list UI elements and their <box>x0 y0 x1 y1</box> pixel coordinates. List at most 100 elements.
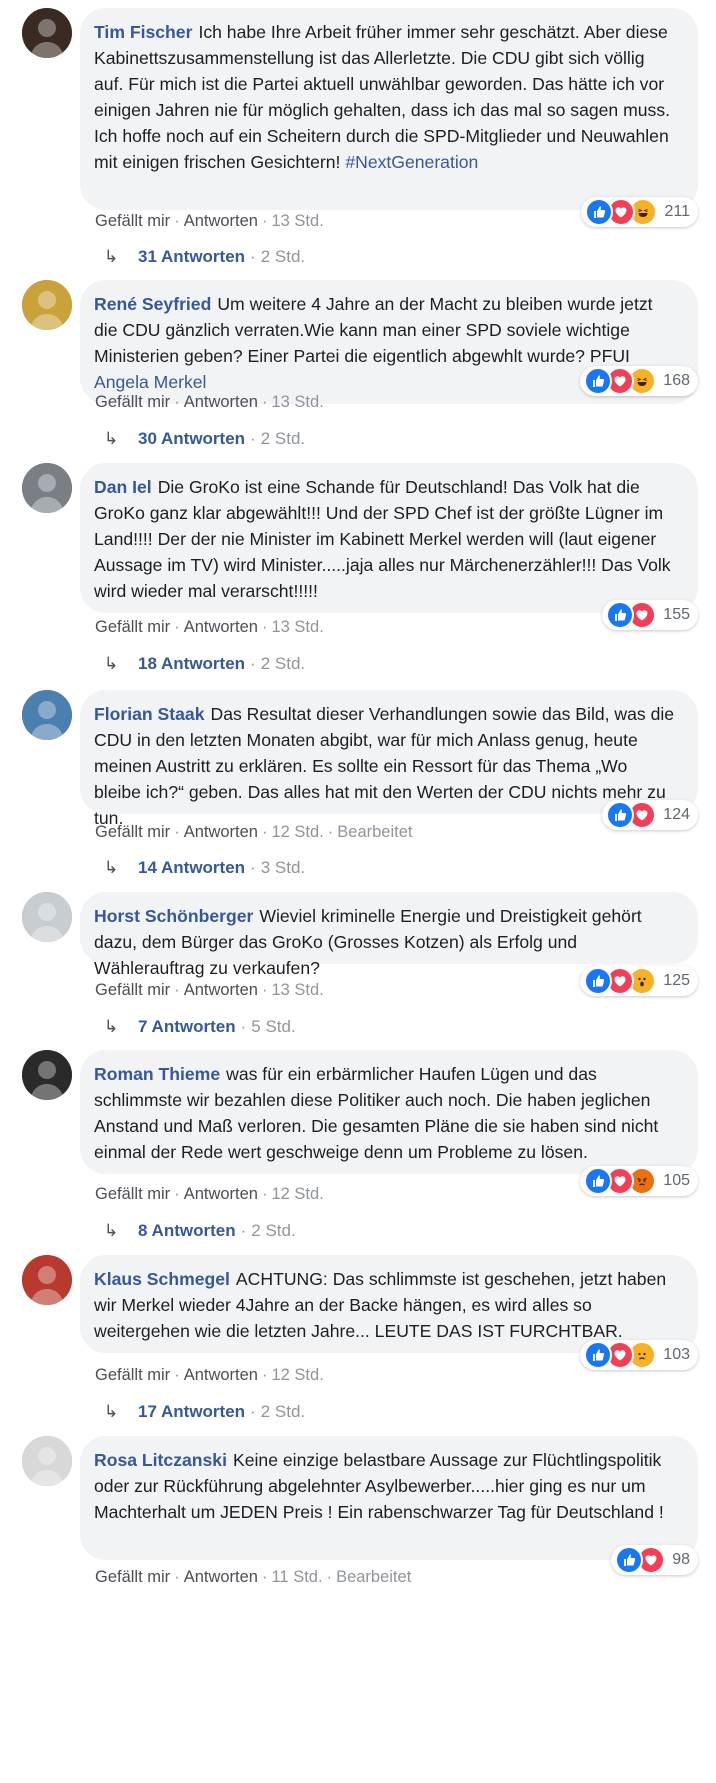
separator: · <box>261 1185 268 1203</box>
comment-timestamp[interactable]: 12 Std. <box>271 1185 323 1203</box>
separator: · <box>174 1568 180 1586</box>
avatar[interactable] <box>22 280 72 330</box>
comment-timestamp[interactable]: 11 Std. <box>271 1568 322 1586</box>
comment-author[interactable]: René Seyfried <box>94 294 211 314</box>
like-button[interactable]: Gefällt mir <box>95 212 170 230</box>
avatar[interactable] <box>22 1436 72 1486</box>
reply-timestamp: 2 Std. <box>260 654 306 673</box>
reply-count-link[interactable]: 14 Antworten <box>138 858 245 877</box>
comment-bubble: Rosa Litczanski Keine einzige belastbare … <box>80 1436 698 1560</box>
like-button[interactable]: Gefällt mir <box>95 981 170 999</box>
edited-label[interactable]: Bearbeitet <box>337 823 412 841</box>
separator: · <box>174 823 180 841</box>
comment-author[interactable]: Horst Schönberger <box>94 906 253 926</box>
reply-button[interactable]: Antworten <box>184 981 258 999</box>
like-button[interactable]: Gefällt mir <box>95 618 170 636</box>
reply-timestamp: 5 Std. <box>251 1017 296 1036</box>
comment-author[interactable]: Rosa Litczanski <box>94 1450 227 1470</box>
separator: · <box>250 429 256 448</box>
comment-feed: Tim Fischer Ich habe Ihre Arbeit früher i… <box>0 0 716 1783</box>
reaction-summary[interactable]: 98 <box>611 1545 698 1575</box>
comment-author[interactable]: Tim Fischer <box>94 22 192 42</box>
comment: Florian Staak Das Resultat dieser Verhand… <box>0 690 716 888</box>
separator: · <box>250 1402 256 1421</box>
reply-count-link[interactable]: 7 Antworten <box>138 1017 236 1036</box>
avatar[interactable] <box>22 892 72 942</box>
comment-bubble: Tim Fischer Ich habe Ihre Arbeit früher i… <box>80 8 698 210</box>
reply-arrow-icon: ↳ <box>104 654 119 673</box>
like-reaction-icon <box>584 1341 613 1369</box>
comment-text: Ich habe Ihre Arbeit früher immer sehr g… <box>94 22 671 172</box>
reaction-summary[interactable]: 125 <box>580 966 698 996</box>
like-reaction-icon <box>606 801 635 829</box>
comment-timestamp[interactable]: 12 Std. <box>271 1366 323 1384</box>
reaction-summary[interactable]: 124 <box>602 800 698 830</box>
reply-count-link[interactable]: 8 Antworten <box>138 1221 236 1240</box>
mention-link[interactable]: Angela Merkel <box>94 372 206 392</box>
comment-author[interactable]: Klaus Schmegel <box>94 1269 230 1289</box>
comment-actions: Gefällt mir · Antworten · 11 Std. · Bearbeitet <box>95 1568 411 1587</box>
comment-bubble: Horst Schönberger Wieviel kriminelle Ener… <box>80 892 698 978</box>
comment: Klaus Schmegel ACHTUNG: Das schlimmste is… <box>0 1255 716 1432</box>
reply-button[interactable]: Antworten <box>184 1366 258 1384</box>
reaction-summary[interactable]: 103 <box>580 1340 698 1370</box>
separator: · <box>261 1366 268 1384</box>
reply-timestamp: 2 Std. <box>251 1221 296 1240</box>
separator: · <box>240 1221 247 1240</box>
like-button[interactable]: Gefällt mir <box>95 1366 170 1384</box>
view-replies[interactable]: ↳ 30 Antworten · 2 Std. <box>104 429 305 449</box>
comment-author[interactable]: Roman Thieme <box>94 1064 220 1084</box>
reaction-summary[interactable]: 211 <box>581 197 698 227</box>
comment-timestamp[interactable]: 13 Std. <box>271 212 323 230</box>
view-replies[interactable]: ↳ 8 Antworten · 2 Std. <box>104 1221 296 1241</box>
avatar[interactable] <box>22 1050 72 1100</box>
reply-button[interactable]: Antworten <box>184 823 258 841</box>
like-button[interactable]: Gefällt mir <box>95 393 170 411</box>
reply-count-link[interactable]: 31 Antworten <box>138 247 245 266</box>
view-replies[interactable]: ↳ 18 Antworten · 2 Std. <box>104 654 305 674</box>
view-replies[interactable]: ↳ 7 Antworten · 5 Std. <box>104 1017 296 1037</box>
separator: · <box>174 981 180 999</box>
comment-bubble: Roman Thieme was für ein erbärmlicher Hau… <box>80 1050 698 1174</box>
comment-bubble: Klaus Schmegel ACHTUNG: Das schlimmste is… <box>80 1255 698 1353</box>
reaction-summary[interactable]: 168 <box>580 366 698 396</box>
reply-button[interactable]: Antworten <box>184 212 258 230</box>
comment-timestamp[interactable]: 13 Std. <box>271 981 323 999</box>
comment-timestamp[interactable]: 12 Std. <box>271 823 323 841</box>
hashtag-link[interactable]: #NextGeneration <box>345 152 478 172</box>
comment: Tim Fischer Ich habe Ihre Arbeit früher i… <box>0 8 716 277</box>
like-button[interactable]: Gefällt mir <box>95 823 170 841</box>
reply-arrow-icon: ↳ <box>104 247 119 266</box>
comment-timestamp[interactable]: 13 Std. <box>271 393 323 411</box>
reply-count-link[interactable]: 18 Antworten <box>138 654 245 673</box>
reaction-count: 124 <box>663 806 690 823</box>
view-replies[interactable]: ↳ 14 Antworten · 3 Std. <box>104 858 305 878</box>
comment: Horst Schönberger Wieviel kriminelle Ener… <box>0 892 716 1047</box>
separator: · <box>261 823 268 841</box>
reply-count-link[interactable]: 30 Antworten <box>138 429 245 448</box>
avatar[interactable] <box>22 690 72 740</box>
comment-timestamp[interactable]: 13 Std. <box>271 618 323 636</box>
reaction-summary[interactable]: 155 <box>602 600 698 630</box>
reply-count-link[interactable]: 17 Antworten <box>138 1402 245 1421</box>
comment-author[interactable]: Florian Staak <box>94 704 205 724</box>
view-replies[interactable]: ↳ 31 Antworten · 2 Std. <box>104 247 305 267</box>
view-replies[interactable]: ↳ 17 Antworten · 2 Std. <box>104 1402 305 1422</box>
reply-button[interactable]: Antworten <box>184 393 258 411</box>
comment-author[interactable]: Dan Iel <box>94 477 152 497</box>
separator: · <box>174 1366 180 1384</box>
reaction-summary[interactable]: 105 <box>580 1166 698 1196</box>
reply-arrow-icon: ↳ <box>104 1402 119 1421</box>
like-button[interactable]: Gefällt mir <box>95 1568 170 1586</box>
reply-button[interactable]: Antworten <box>184 1568 258 1586</box>
like-button[interactable]: Gefällt mir <box>95 1185 170 1203</box>
avatar[interactable] <box>22 8 72 58</box>
edited-label[interactable]: Bearbeitet <box>336 1568 411 1586</box>
reply-button[interactable]: Antworten <box>184 618 258 636</box>
avatar[interactable] <box>22 1255 72 1305</box>
comment-actions: Gefällt mir · Antworten · 13 Std. <box>95 618 324 637</box>
reply-timestamp: 2 Std. <box>260 429 306 448</box>
reaction-count: 105 <box>663 1172 690 1189</box>
avatar[interactable] <box>22 463 72 513</box>
reply-button[interactable]: Antworten <box>184 1185 258 1203</box>
